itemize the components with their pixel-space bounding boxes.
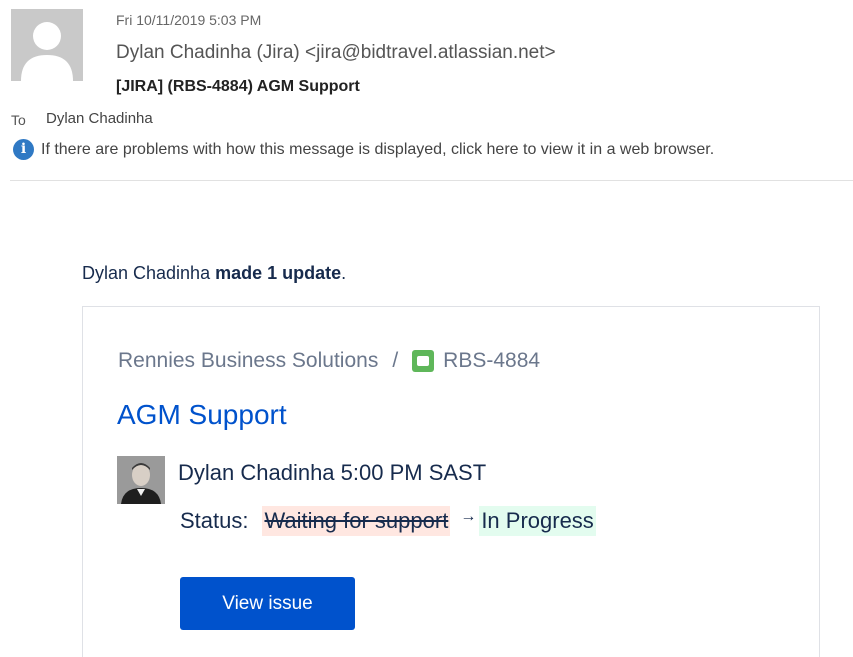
info-icon: i [13, 139, 34, 160]
arrow-right-icon: → [460, 508, 477, 525]
update-summary: Dylan Chadinha made 1 update. [82, 263, 346, 284]
new-status: In Progress [479, 506, 596, 536]
view-in-browser-notice[interactable]: If there are problems with how this mess… [41, 141, 714, 159]
status-change: Status: Waiting for support → In Progres… [180, 506, 596, 536]
update-author-time: Dylan Chadinha 5:00 PM SAST [178, 460, 487, 485]
email-sender[interactable]: Dylan Chadinha (Jira) <jira@bidtravel.at… [116, 42, 556, 64]
update-action: made 1 update [215, 263, 342, 283]
email-date: Fri 10/11/2019 5:03 PM [116, 12, 262, 28]
sender-avatar [11, 9, 83, 81]
header-divider [10, 180, 853, 181]
update-actor: Dylan Chadinha [82, 263, 211, 283]
breadcrumb-separator: / [392, 349, 399, 372]
old-status: Waiting for support [262, 506, 451, 536]
breadcrumb: Rennies Business Solutions / RBS-4884 [118, 349, 540, 373]
status-label: Status: [180, 508, 249, 533]
email-subject: [JIRA] (RBS-4884) AGM Support [116, 78, 360, 95]
issue-title-link[interactable]: AGM Support [117, 399, 287, 431]
to-label: To [11, 112, 26, 128]
breadcrumb-issue-key[interactable]: RBS-4884 [443, 349, 540, 373]
update-period: . [341, 263, 347, 283]
view-issue-button[interactable]: View issue [180, 577, 355, 630]
to-recipient[interactable]: Dylan Chadinha [46, 110, 153, 127]
issue-type-icon [412, 350, 435, 372]
user-avatar [117, 456, 165, 504]
breadcrumb-project[interactable]: Rennies Business Solutions [118, 349, 378, 373]
